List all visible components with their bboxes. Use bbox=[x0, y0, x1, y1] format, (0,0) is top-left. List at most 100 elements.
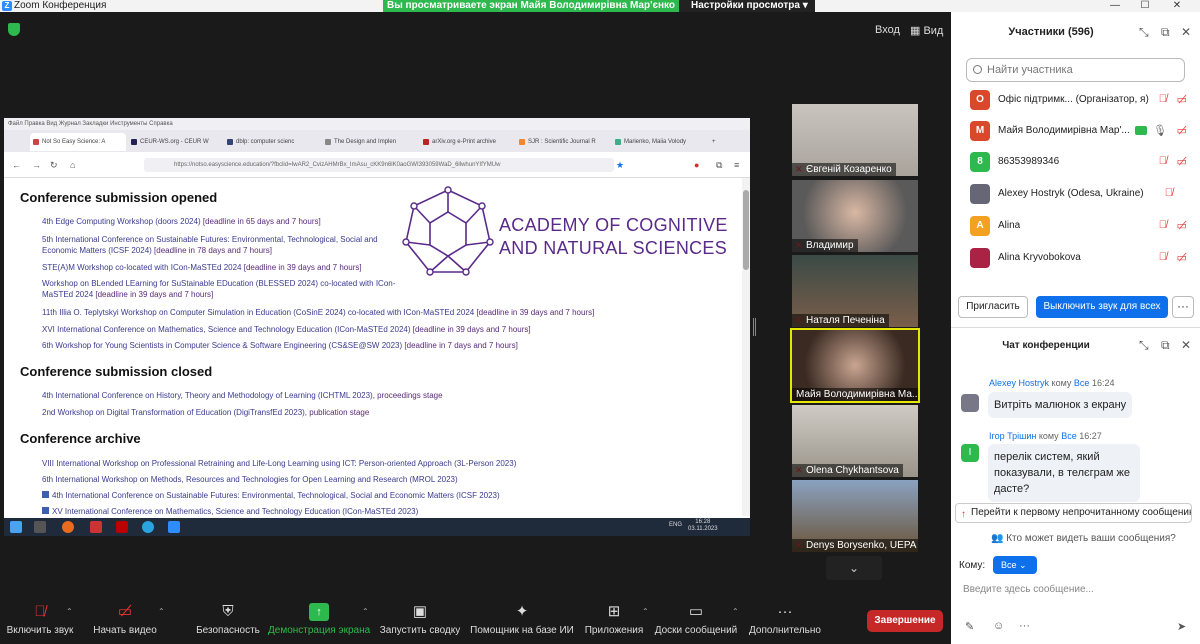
page-scrollbar[interactable] bbox=[742, 178, 750, 516]
list-item[interactable]: 2nd Workshop on Digital Transformation o… bbox=[42, 407, 369, 418]
mic-icon[interactable]: 🎙 bbox=[1153, 124, 1167, 137]
list-item[interactable]: 5th International Conference on Sustaina… bbox=[42, 234, 378, 256]
close-icon[interactable]: ✕ bbox=[1181, 338, 1191, 352]
tab-arxiv[interactable]: arXiv.org e-Print archive bbox=[420, 133, 512, 151]
muted-mic-icon[interactable]: 🎙̸ bbox=[1159, 251, 1167, 263]
unmute-button[interactable]: 🎙̸ Включить звук ⌃ bbox=[4, 594, 76, 644]
start-summary-button[interactable]: ▣ Запустить сводку bbox=[378, 594, 462, 644]
forward-icon[interactable]: → bbox=[32, 160, 41, 170]
video-tile[interactable]: ✕Olena Chykhantsova bbox=[792, 405, 918, 477]
back-icon[interactable]: ← bbox=[12, 160, 21, 170]
more-button[interactable]: ··· Дополнительно bbox=[748, 594, 822, 644]
scroll-thumb[interactable] bbox=[743, 190, 749, 270]
app-icon[interactable] bbox=[90, 521, 102, 533]
list-item[interactable]: XV International Conference on Mathemati… bbox=[42, 506, 418, 517]
chevron-up-icon[interactable]: ⌃ bbox=[642, 607, 649, 616]
muted-mic-icon[interactable]: 🎙̸ bbox=[1159, 219, 1167, 231]
whiteboards-button[interactable]: ▭ Доски сообщений ⌃ bbox=[654, 594, 739, 644]
video-off-icon[interactable]: ▭̸ bbox=[1177, 155, 1187, 168]
chat-message[interactable]: перелік систем, який показували, в телєгр… bbox=[988, 444, 1140, 502]
chevron-up-icon[interactable]: ⌃ bbox=[158, 607, 165, 616]
taskbar-clock[interactable]: 16:28 03.11.2023 bbox=[688, 519, 718, 533]
chevron-up-icon[interactable]: ⌃ bbox=[66, 607, 73, 616]
list-item[interactable]: VIII International Workshop on Professio… bbox=[42, 458, 516, 469]
participant-row[interactable]: A Alina 🎙̸ ▭̸ bbox=[966, 212, 1191, 242]
participant-row[interactable]: О Офіс підтримк... (Організатор, я) 🎙̸ ▭̸ bbox=[966, 86, 1191, 116]
browser-menu-icon[interactable]: ≡ bbox=[734, 160, 739, 170]
popout-icon[interactable]: ⧉ bbox=[1161, 25, 1170, 40]
bookmark-star-icon[interactable]: ★ bbox=[616, 160, 624, 171]
tab-ceur[interactable]: CEUR-WS.org - CEUR W bbox=[128, 133, 220, 151]
extensions-icon[interactable]: ⧉ bbox=[716, 160, 722, 171]
windows-start-icon[interactable] bbox=[10, 521, 22, 533]
close-button[interactable]: ✕ bbox=[1162, 0, 1192, 12]
video-tile[interactable]: ✕Наталя Печеніна bbox=[792, 255, 918, 327]
apps-button[interactable]: ⊞ Приложения ⌃ bbox=[582, 594, 649, 644]
mute-all-button[interactable]: Выключить звук для всех bbox=[1036, 296, 1168, 318]
participants-more-button[interactable]: ··· bbox=[1172, 296, 1194, 318]
home-icon[interactable]: ⌂ bbox=[70, 160, 75, 170]
list-item[interactable]: 6th Workshop for Young Scientists in Com… bbox=[42, 340, 518, 351]
video-tile[interactable]: ✕Владимир bbox=[792, 180, 918, 252]
list-item[interactable]: Workshop on BLended LEarning for SuStain… bbox=[42, 278, 395, 300]
firefox-icon[interactable] bbox=[62, 521, 74, 533]
format-icon[interactable]: ✎ bbox=[965, 620, 974, 633]
invite-button[interactable]: Пригласить bbox=[958, 296, 1028, 318]
video-off-icon[interactable]: ▭̸ bbox=[1177, 93, 1187, 106]
video-off-icon[interactable]: ▭̸ bbox=[1177, 251, 1187, 264]
tab-dblp[interactable]: dblp: computer scienc bbox=[224, 133, 316, 151]
list-item[interactable]: 11th Illia O. Teplytskyi Workshop on Com… bbox=[42, 307, 594, 318]
list-item[interactable]: STE(A)M Workshop co-located with ICon-Ma… bbox=[42, 262, 362, 273]
muted-mic-icon[interactable]: 🎙̸ bbox=[1165, 187, 1173, 199]
chat-message[interactable]: Витріть малюнок з екрану bbox=[988, 392, 1133, 418]
tab-design[interactable]: The Design and Implen bbox=[322, 133, 414, 151]
login-button[interactable]: Вход bbox=[875, 24, 900, 36]
acrobat-icon[interactable] bbox=[116, 521, 128, 533]
ai-assistant-button[interactable]: ✦ Помощник на базе ИИ bbox=[468, 594, 576, 644]
video-tile[interactable]: ✕Denys Borysenko, UEPA bbox=[792, 480, 918, 552]
more-icon[interactable]: ··· bbox=[1019, 620, 1030, 632]
tab-marienko[interactable]: Marienko, Maiia Volody bbox=[612, 133, 704, 151]
close-icon[interactable]: ✕ bbox=[1181, 25, 1191, 39]
security-button[interactable]: ⛨ Безопасность bbox=[192, 594, 264, 644]
list-item[interactable]: 4th International Conference on Sustaina… bbox=[42, 490, 500, 501]
sender-name[interactable]: Alexey Hostryk bbox=[989, 378, 1049, 388]
popout-icon[interactable]: ⧉ bbox=[1161, 338, 1170, 353]
muted-mic-icon[interactable]: 🎙̸ bbox=[1159, 93, 1167, 105]
list-item[interactable]: 4th International Conference on History,… bbox=[42, 390, 443, 401]
send-icon[interactable]: ➤ bbox=[1177, 620, 1186, 633]
video-off-icon[interactable]: ▭̸ bbox=[1177, 219, 1187, 232]
tab-not-so-easy-science[interactable]: Not So Easy Science: A bbox=[30, 133, 126, 151]
reload-icon[interactable]: ↻ bbox=[50, 160, 58, 171]
recipient-select[interactable]: Все ⌄ bbox=[993, 556, 1037, 574]
who-can-see-link[interactable]: 👥 Кто может видеть ваши сообщения? bbox=[991, 533, 1176, 544]
extension-icon[interactable]: ● bbox=[694, 160, 699, 170]
view-options-button[interactable]: Настройки просмотра ▾ bbox=[679, 0, 815, 12]
participant-row[interactable]: Alexey Hostryk (Odesa, Ukraine) 🎙̸ bbox=[966, 180, 1191, 210]
list-item[interactable]: XVI International Conference on Mathemat… bbox=[42, 324, 531, 335]
maximize-button[interactable]: ☐ bbox=[1130, 0, 1160, 12]
url-input[interactable]: https://notso.easyscience.education/?fbc… bbox=[144, 158, 614, 172]
muted-mic-icon[interactable]: 🎙̸ bbox=[1159, 155, 1167, 167]
view-button[interactable]: ▦ Вид bbox=[910, 24, 943, 37]
collapse-icon[interactable]: ⤡ bbox=[1139, 338, 1149, 353]
split-handle[interactable] bbox=[753, 318, 756, 336]
sender-name[interactable]: Ігор Трішин bbox=[989, 431, 1036, 441]
tiles-scroll-down-button[interactable]: ⌄ bbox=[826, 556, 882, 580]
chat-message-input[interactable]: Введите здесь сообщение... bbox=[963, 584, 1094, 595]
participant-search-input[interactable]: Найти участника bbox=[966, 58, 1185, 82]
chevron-up-icon[interactable]: ⌃ bbox=[732, 607, 739, 616]
chevron-up-icon[interactable]: ⌃ bbox=[362, 607, 369, 616]
end-meeting-button[interactable]: Завершение bbox=[867, 610, 943, 632]
new-tab-button[interactable]: + bbox=[710, 133, 724, 151]
share-screen-button[interactable]: ↑ Демонстрация экрана ⌃ bbox=[268, 594, 370, 644]
tab-sjr[interactable]: SJR : Scientific Journal R bbox=[516, 133, 608, 151]
minimize-button[interactable]: — bbox=[1100, 0, 1130, 12]
list-item[interactable]: 4th Edge Computing Workshop (doors 2024)… bbox=[42, 216, 321, 227]
telegram-icon[interactable] bbox=[142, 521, 154, 533]
video-tile[interactable]: ✕Євгеній Козаренко bbox=[792, 104, 918, 176]
start-video-button[interactable]: ▭̸ Начать видео ⌃ bbox=[86, 594, 164, 644]
emoji-icon[interactable]: ☺ bbox=[993, 620, 1004, 632]
participant-row[interactable]: 8 86353989346 🎙̸ ▭̸ bbox=[966, 148, 1191, 178]
participant-row[interactable]: М Майя Володимирівна Мар'... 🎙 ▭̸ bbox=[966, 117, 1191, 147]
